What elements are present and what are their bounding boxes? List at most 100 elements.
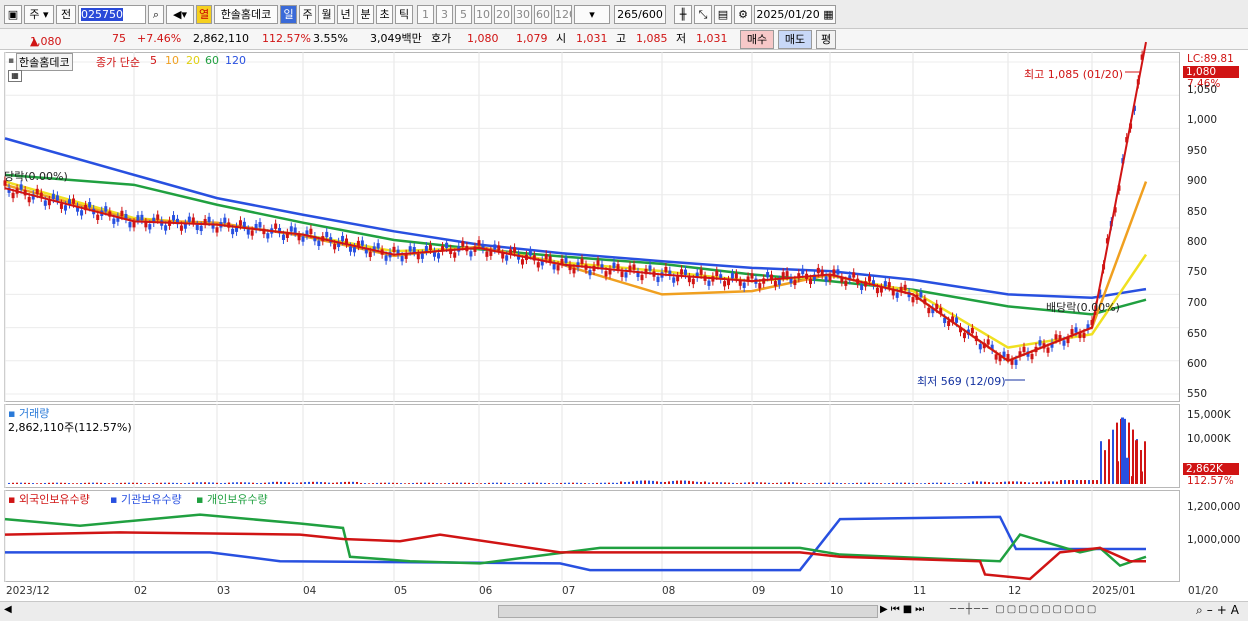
volume-bar: [408, 483, 410, 484]
volume-bar: [708, 482, 710, 484]
candle-body: [801, 268, 805, 275]
calculator-icon[interactable]: ▦: [8, 70, 22, 82]
candle-body: [325, 231, 329, 238]
xtick: 08: [662, 585, 676, 597]
xtick: 02: [134, 585, 148, 597]
volume-bar: [1092, 480, 1094, 484]
volume-bar: [548, 483, 550, 484]
zoom-icons[interactable]: ⌕–+A: [1196, 603, 1243, 618]
candle-body: [895, 292, 899, 298]
candle-body: [341, 235, 345, 242]
left-note: 당락(0.00%): [4, 170, 68, 183]
candle-body: [27, 196, 31, 203]
volume-bar: [280, 481, 282, 484]
xtick: 07: [562, 585, 576, 597]
playback-icons[interactable]: ▶⏮■⏭: [880, 604, 927, 615]
volume-bar: [848, 483, 850, 484]
candle-body: [207, 216, 211, 223]
volume-bar: [756, 482, 758, 484]
candle-body: [1070, 329, 1074, 335]
candle-body: [832, 269, 836, 275]
volume-bar: [924, 483, 926, 484]
volume-bar: [372, 483, 374, 484]
volume-bar: [260, 482, 262, 484]
candle-body: [727, 279, 731, 286]
volume-bar: [140, 482, 142, 484]
candle-body: [773, 280, 777, 287]
volume-bar: [852, 483, 854, 484]
volume-bar: [880, 483, 882, 484]
volume-bar: [784, 482, 786, 484]
candle-body: [887, 282, 891, 288]
candle-body: [63, 205, 67, 211]
scroll-bar[interactable]: ◀ ▶⏮■⏭ ──┼── ▢▢▢▢▢▢▢▢▢ ⌕–+A: [0, 601, 1248, 621]
volume-bar: [76, 483, 78, 484]
candle-body: [477, 240, 481, 246]
current-price-tag: 1,080: [1183, 66, 1239, 78]
candle-body: [266, 233, 270, 239]
volume-bar: [136, 482, 138, 484]
volume-bar: [556, 483, 558, 484]
volume-bar: [564, 482, 566, 484]
ma-5: 5: [150, 54, 157, 67]
volume-bar: [308, 481, 310, 484]
xtick: 11: [913, 585, 927, 597]
xtick: 2025/01: [1092, 585, 1136, 597]
volume-bar: [24, 482, 26, 484]
ytick: 900: [1187, 175, 1208, 187]
candle-body: [293, 227, 297, 233]
candle-body: [172, 215, 176, 221]
volume-bar: [376, 482, 378, 484]
candle-body: [317, 240, 321, 247]
candle-body: [497, 245, 501, 251]
ytick: 15,000K: [1187, 409, 1231, 421]
scroll-left-icon[interactable]: ◀: [4, 604, 12, 615]
volume-bar: [640, 480, 642, 484]
tool-icons[interactable]: ──┼── ▢▢▢▢▢▢▢▢▢: [950, 604, 1098, 615]
candle-body: [104, 206, 108, 212]
volume-bar: [580, 482, 582, 484]
candle-body: [493, 244, 497, 250]
candle-body: [676, 275, 680, 282]
candle-body: [250, 230, 254, 236]
candle-body: [664, 266, 668, 273]
volume-bar: [132, 482, 134, 484]
scroll-thumb[interactable]: [498, 605, 878, 618]
volume-bar: [940, 482, 942, 484]
candle-body: [1022, 346, 1026, 353]
volume-bar: [816, 482, 818, 484]
candle-body: [199, 225, 203, 232]
candle-body: [195, 224, 199, 231]
volume-bar: [1068, 480, 1070, 484]
candle-body: [588, 269, 592, 276]
candle-body: [528, 250, 532, 256]
volume-bar: [652, 480, 654, 484]
volume-bar: [440, 483, 442, 484]
volume-bar: [760, 482, 762, 484]
volume-bar: [256, 483, 258, 484]
candle-body: [742, 282, 746, 288]
candle-body: [348, 246, 352, 252]
candle-body: [179, 225, 183, 231]
candle-body: [580, 258, 584, 264]
volume-bar: [1084, 480, 1086, 484]
volume-bar: [456, 482, 458, 484]
volume-bar: [472, 483, 474, 484]
volume-bar: [776, 482, 778, 484]
candle-body: [368, 251, 372, 258]
candle-body: [412, 247, 416, 253]
candle-body: [238, 220, 242, 226]
volume-bar: [1072, 480, 1074, 484]
candle-body: [1062, 340, 1066, 346]
volume-bar: [168, 482, 170, 484]
volume-bar: [452, 482, 454, 484]
volume-pct-tag: 112.57%: [1187, 475, 1234, 487]
volume-bar: [216, 482, 218, 484]
ytick: 850: [1187, 206, 1208, 218]
volume-bar: [228, 482, 230, 484]
volume-bar: [680, 480, 682, 484]
candle-body: [785, 271, 789, 277]
volume-bar: [980, 481, 982, 484]
volume-bar: [928, 482, 930, 484]
candle-body: [1082, 332, 1086, 339]
